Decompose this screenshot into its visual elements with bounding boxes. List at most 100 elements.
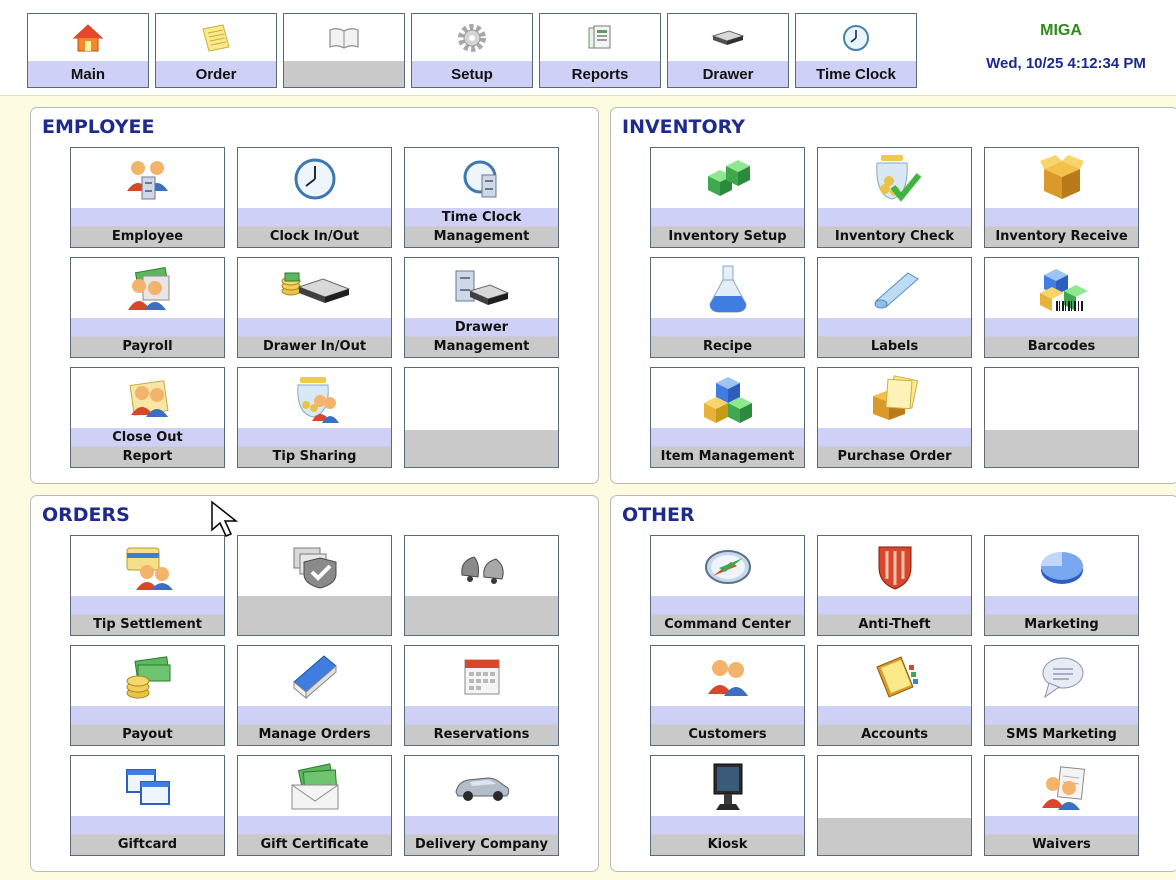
sms-marketing-tile[interactable]: SMS Marketing xyxy=(984,645,1139,746)
drawer-cabinet-icon xyxy=(405,258,558,320)
purchase-order-tile[interactable]: Purchase Order xyxy=(817,367,972,468)
speech-bubble-icon xyxy=(985,646,1138,708)
tip-sharing-tile[interactable]: Tip Sharing xyxy=(237,367,392,468)
empty-tile[interactable] xyxy=(984,367,1139,468)
inventory-setup-tile[interactable]: Inventory Setup xyxy=(650,147,805,248)
tile-label xyxy=(818,818,971,855)
pie-chart-icon xyxy=(985,536,1138,598)
tile-label: Purchase Order xyxy=(818,428,971,467)
inventory-check-tile[interactable]: Inventory Check xyxy=(817,147,972,248)
other-section: OTHER Command Center Anti-Theft Marketing C… xyxy=(610,495,1176,872)
empty-icon-area xyxy=(985,368,1138,430)
waivers-tile[interactable]: Waivers xyxy=(984,755,1139,856)
time-clock-management-tile[interactable]: Time Clock Management xyxy=(404,147,559,248)
blue-book-icon xyxy=(238,646,391,708)
clock-icon xyxy=(238,148,391,210)
customers-tile[interactable]: Customers xyxy=(650,645,805,746)
barcodes-tile[interactable]: Barcodes xyxy=(984,257,1139,358)
cubes-green-icon xyxy=(651,148,804,210)
tile-label: Anti-Theft xyxy=(818,596,971,635)
delivery-company-tile[interactable]: Delivery Company xyxy=(404,755,559,856)
reports-button[interactable]: Reports xyxy=(539,13,661,88)
close-out-report-tile[interactable]: Close Out Report xyxy=(70,367,225,468)
tile-label: Close Out Report xyxy=(71,428,224,467)
other-section-title: OTHER xyxy=(622,504,695,526)
red-shield-icon xyxy=(818,536,971,598)
empty-tile[interactable] xyxy=(817,755,972,856)
coins-money-icon xyxy=(71,646,224,708)
setup-button[interactable]: Setup xyxy=(411,13,533,88)
calendar-icon xyxy=(405,646,558,708)
order-button[interactable]: Order xyxy=(155,13,277,88)
tile-label: Item Management xyxy=(651,428,804,467)
tile-label: Inventory Receive xyxy=(985,208,1138,247)
tile-label: Time Clock Management xyxy=(405,208,558,247)
tile-label xyxy=(405,596,558,635)
payout-tile[interactable]: Payout xyxy=(70,645,225,746)
time-clock-button[interactable]: Time Clock xyxy=(795,13,917,88)
item-management-tile[interactable]: Item Management xyxy=(650,367,805,468)
windows-icon xyxy=(71,756,224,818)
tile-label: Gift Certificate xyxy=(238,816,391,855)
employee-tile[interactable]: Employee xyxy=(70,147,225,248)
waivers-icon xyxy=(985,756,1138,818)
clock-in-out-tile[interactable]: Clock In/Out xyxy=(237,147,392,248)
tile-label: Giftcard xyxy=(71,816,224,855)
gift-certificate-tile[interactable]: Gift Certificate xyxy=(237,755,392,856)
customers-icon xyxy=(651,646,804,708)
people-cabinet-icon xyxy=(71,148,224,210)
accounts-tile[interactable]: Accounts xyxy=(817,645,972,746)
giftcard-tile[interactable]: Giftcard xyxy=(70,755,225,856)
reservations-tile[interactable]: Reservations xyxy=(404,645,559,746)
tile-label xyxy=(238,596,391,635)
anti-theft-tile[interactable]: Anti-Theft xyxy=(817,535,972,636)
payroll-tile[interactable]: Payroll xyxy=(70,257,225,358)
bells-icon xyxy=(405,536,558,598)
drawer-button[interactable]: Drawer xyxy=(667,13,789,88)
car-icon xyxy=(405,756,558,818)
marketing-tile[interactable]: Marketing xyxy=(984,535,1139,636)
inventory-receive-tile[interactable]: Inventory Receive xyxy=(984,147,1139,248)
purchase-order-icon xyxy=(818,368,971,430)
tile-label: Payout xyxy=(71,706,224,745)
tile-label: Drawer In/Out xyxy=(238,318,391,357)
drawer-coins-icon xyxy=(238,258,391,320)
ledger-book-icon xyxy=(818,646,971,708)
command-center-tile[interactable]: Command Center xyxy=(650,535,805,636)
main-button[interactable]: Main xyxy=(27,13,149,88)
bells-tile[interactable] xyxy=(404,535,559,636)
manage-orders-tile[interactable]: Manage Orders xyxy=(237,645,392,746)
payroll-icon xyxy=(71,258,224,320)
tile-label: Tip Sharing xyxy=(238,428,391,467)
book-button[interactable] xyxy=(283,13,405,88)
drawer-in-out-tile[interactable]: Drawer In/Out xyxy=(237,257,392,358)
orders-section: ORDERS Tip Settlement Payout Manage Orders… xyxy=(30,495,599,872)
status-area: MIGA Wed, 10/25 4:12:34 PM xyxy=(946,12,1176,72)
kiosk-tile[interactable]: Kiosk xyxy=(650,755,805,856)
top-toolbar: Main Order Setup Reports Drawer Time Clo… xyxy=(0,0,1176,96)
tip-settlement-tile[interactable]: Tip Settlement xyxy=(70,535,225,636)
shield-check-tile[interactable] xyxy=(237,535,392,636)
gear-icon xyxy=(412,14,532,61)
tile-label xyxy=(405,430,558,467)
tile-label: Clock In/Out xyxy=(238,208,391,247)
labels-roll-icon xyxy=(818,258,971,320)
tile-label: Command Center xyxy=(651,596,804,635)
setup-button-label: Setup xyxy=(412,61,532,87)
recipe-tile[interactable]: Recipe xyxy=(650,257,805,358)
color-cubes-icon xyxy=(651,368,804,430)
drawer-management-tile[interactable]: Drawer Management xyxy=(404,257,559,358)
empty-tile[interactable] xyxy=(404,367,559,468)
labels-tile[interactable]: Labels xyxy=(817,257,972,358)
time-clock-button-label: Time Clock xyxy=(796,61,916,87)
tile-label: Payroll xyxy=(71,318,224,357)
tile-label: Reservations xyxy=(405,706,558,745)
inventory-section: INVENTORY Inventory Setup Inventory Check… xyxy=(610,107,1176,484)
tile-label: Delivery Company xyxy=(405,816,558,855)
tile-label: Customers xyxy=(651,706,804,745)
drawer-icon xyxy=(668,14,788,61)
box-open-icon xyxy=(985,148,1138,210)
barcode-cubes-icon xyxy=(985,258,1138,320)
tile-label: Barcodes xyxy=(985,318,1138,357)
compass-icon xyxy=(651,536,804,598)
